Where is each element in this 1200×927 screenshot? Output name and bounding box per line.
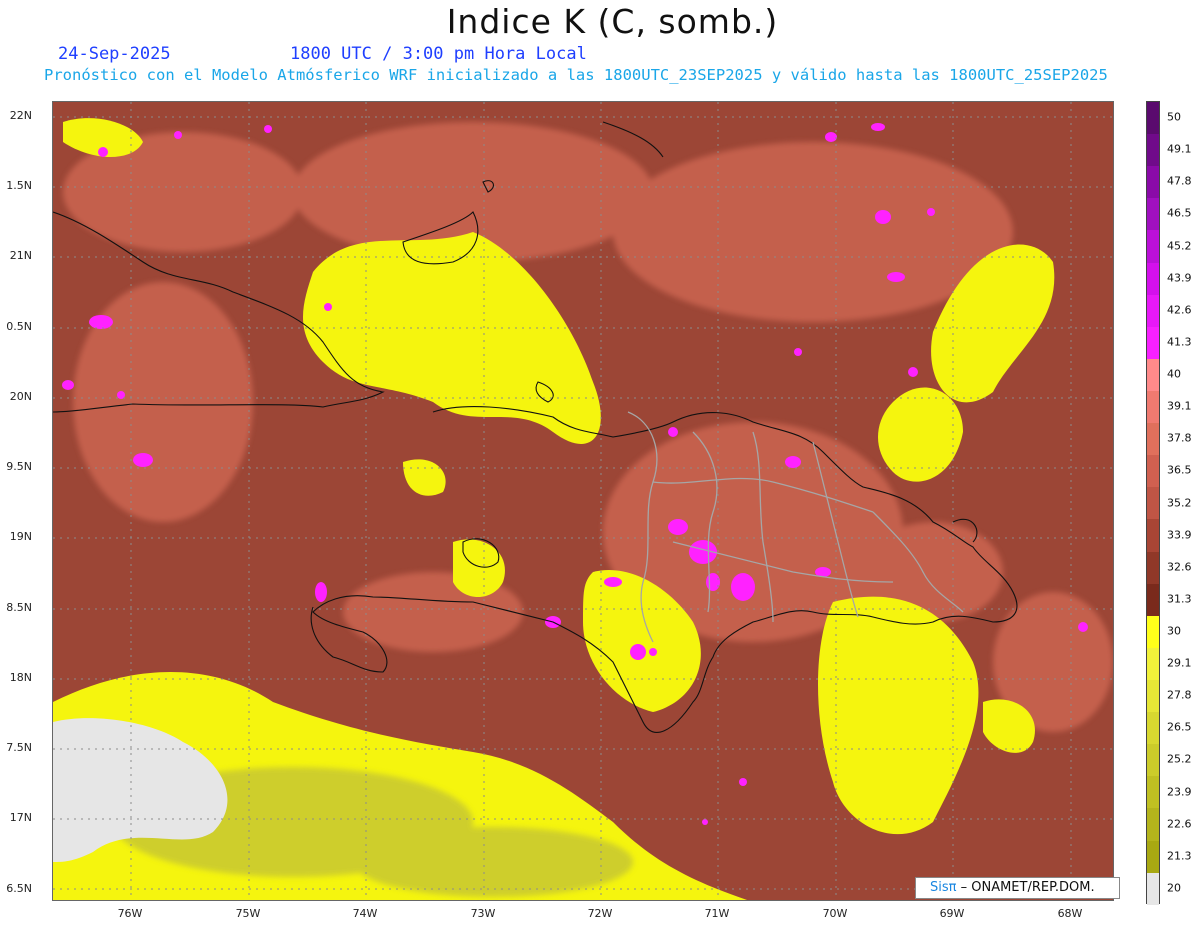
colorbar-label: 26.5 [1167,720,1192,734]
colorbar-label: 43.9 [1167,271,1192,285]
lat-label-22N: 22N [9,109,32,122]
lat-label-21N: 21N [9,249,32,262]
colorbar-segment [1147,583,1159,616]
colorbar-segment [1147,423,1159,456]
credit-brand: Sisπ [930,880,957,895]
lon-label-70W: 70W [822,907,848,920]
colorbar-label: 45.2 [1167,239,1192,253]
credit-text: – ONAMET/REP.DOM. [960,880,1095,895]
colorbar-segment [1147,390,1159,424]
colorbar-segment [1147,615,1159,648]
lon-label-76W: 76W [117,907,143,920]
colorbar-segment [1147,230,1159,263]
lat-label-21-5N: 1.5N [6,179,32,192]
lon-label-68W: 68W [1057,907,1083,920]
colorbar-segment [1147,487,1159,520]
colorbar-label: 20 [1167,881,1181,895]
colorbar-label: 23.9 [1167,785,1192,799]
colorbar-label: 21.3 [1167,849,1192,863]
colorbar-segment [1147,326,1159,359]
lat-label-19-5N: 9.5N [6,460,32,473]
colorbar-label: 50 [1167,110,1181,124]
colorbar-segment [1147,551,1159,584]
colorbar-label: 40 [1167,367,1181,381]
colorbar-label: 36.5 [1167,463,1192,477]
lon-label-71W: 71W [704,907,730,920]
model-subtitle: Pronóstico con el Modelo Atmósferico WRF… [44,66,1108,84]
colorbar-label: 46.5 [1167,206,1192,220]
colorbar-label: 25.2 [1167,752,1192,766]
colorbar-label: 35.2 [1167,496,1192,509]
colorbar-label: 37.8 [1167,431,1192,445]
lat-label-18-5N: 8.5N [6,601,32,614]
lat-label-19N: 19N [9,530,32,543]
map-panel [52,101,1114,901]
colorbar-segment [1147,262,1159,295]
colorbar-label: 29.1 [1167,656,1192,670]
colorbar-segment [1147,198,1159,231]
colorbar-segment [1147,102,1159,135]
colorbar-segment [1147,519,1159,552]
colorbar-label: 47.8 [1167,174,1192,188]
colorbar-segment [1147,808,1159,841]
colorbar-label: 41.3 [1167,335,1192,349]
forecast-time: 1800 UTC / 3:00 pm Hora Local [290,44,587,64]
lon-label-74W: 74W [352,907,378,920]
lon-label-73W: 73W [470,907,496,920]
lat-label-17N: 17N [9,811,32,824]
lon-label-69W: 69W [939,907,965,920]
lon-label-72W: 72W [587,907,613,920]
colorbar-segment [1147,776,1159,809]
colorbar-segment [1147,872,1159,905]
colorbar-label: 32.6 [1167,560,1192,574]
colorbar-label: 49.1 [1167,142,1192,156]
colorbar-segment [1147,647,1159,680]
lat-label-20-5N: 0.5N [6,320,32,333]
colorbar-segment [1147,294,1159,327]
credit-box: Sisπ – ONAMET/REP.DOM. [915,877,1120,899]
k-index-field-map [53,102,1113,900]
lon-label-75W: 75W [235,907,261,920]
colorbar-label: 39.1 [1167,399,1192,413]
chart-title: Indice K (C, somb.) [446,2,779,41]
colorbar-segment [1147,840,1159,873]
colorbar-segment [1147,679,1159,713]
lat-label-18N: 18N [9,671,32,684]
colorbar-segment [1147,744,1159,777]
colorbar-label: 31.3 [1167,592,1192,606]
lat-label-16-5N: 6.5N [6,882,32,895]
colorbar-label: 33.9 [1167,528,1192,542]
colorbar-segment [1147,358,1159,391]
colorbar-segment [1147,455,1159,488]
colorbar [1146,101,1160,905]
colorbar-segment [1147,134,1159,167]
colorbar-label: 42.6 [1167,303,1192,317]
lat-label-17-5N: 7.5N [6,741,32,754]
colorbar-segment [1147,166,1159,199]
colorbar-label: 22.6 [1167,817,1192,831]
forecast-date: 24-Sep-2025 [58,44,171,64]
colorbar-segment [1147,712,1159,745]
lat-label-20N: 20N [9,390,32,403]
colorbar-label: 27.8 [1167,688,1192,702]
colorbar-label: 30 [1167,624,1181,638]
